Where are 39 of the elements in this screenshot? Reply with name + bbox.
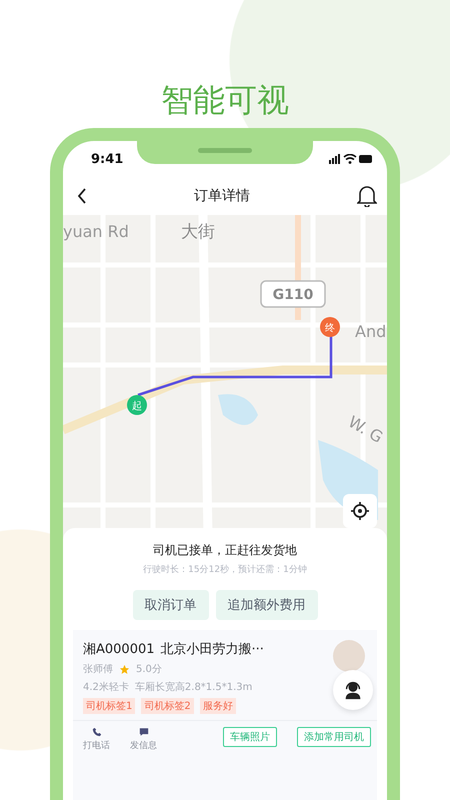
driver-name: 张师傅	[83, 662, 113, 676]
locate-button[interactable]	[343, 494, 377, 528]
order-status-title: 司机已接单，正赶往发货地	[153, 542, 297, 559]
driver-action-button[interactable]: 车辆照片	[223, 727, 277, 747]
driver-tag: 服务好	[200, 698, 236, 714]
trip-time-text: 行驶时长：15分12秒，预计还需：1分钟	[143, 564, 307, 576]
phone-icon	[92, 727, 102, 737]
driver-tag: 司机标签2	[141, 698, 194, 714]
driver-tag: 司机标签1	[83, 698, 136, 714]
contact-button[interactable]: 打电话	[83, 727, 110, 752]
lake-shape	[218, 394, 258, 425]
order-action-button[interactable]: 取消订单	[132, 590, 208, 620]
vehicle-type: 4.2米轻卡	[83, 680, 129, 694]
company-name: 北京小田劳力搬···	[160, 641, 264, 658]
map-label: 大街	[181, 222, 215, 242]
map-label: yuan Rd	[63, 222, 129, 241]
contact-button[interactable]: 发信息	[130, 727, 157, 752]
cargo-size: 车厢长宽高2.8*1.5*1.3m	[134, 680, 252, 694]
road-sign	[260, 280, 326, 308]
driver-action-button[interactable]: 添加常用司机	[297, 727, 371, 747]
start-marker: 起	[127, 395, 147, 415]
end-marker: 终	[320, 317, 340, 337]
map-label: G110	[272, 287, 314, 303]
bell-icon[interactable]	[357, 185, 377, 207]
headline: 智能可视	[161, 80, 289, 120]
star-icon	[119, 664, 130, 674]
status-icons	[329, 154, 373, 164]
driver-avatar	[333, 640, 365, 672]
map-label: And	[355, 322, 386, 341]
chat-icon	[138, 727, 148, 737]
license-plate: 湘A000001	[83, 641, 155, 658]
driver-rating: 5.0分	[136, 663, 162, 676]
status-time: 9:41	[91, 152, 124, 166]
page-title: 订单详情	[194, 187, 250, 205]
back-icon[interactable]	[77, 188, 87, 204]
crosshair-icon	[350, 501, 370, 521]
customer-service-button[interactable]	[333, 670, 373, 710]
map-label: W. G	[345, 412, 386, 447]
order-action-button[interactable]: 追加额外费用	[216, 590, 318, 620]
